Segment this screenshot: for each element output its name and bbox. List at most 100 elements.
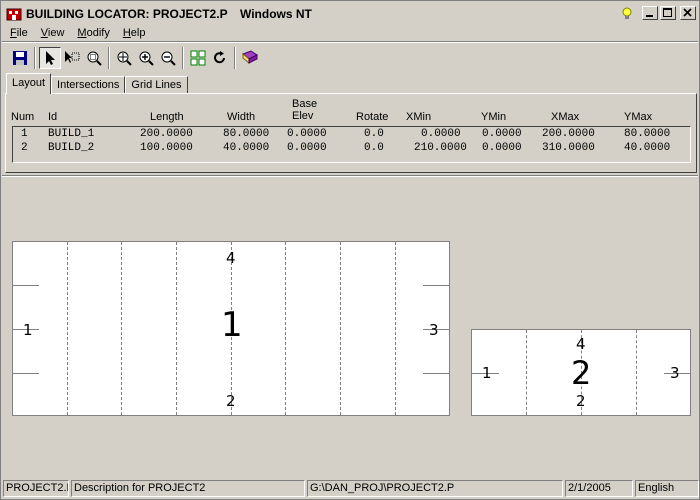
side-label-right: 3 bbox=[670, 364, 680, 382]
menu-accel: H bbox=[122, 27, 131, 39]
side-label-bottom: 2 bbox=[576, 392, 586, 410]
grid-line bbox=[636, 330, 637, 415]
side-label-right: 3 bbox=[429, 321, 439, 339]
zoom-in-button[interactable] bbox=[135, 47, 157, 69]
cell-base-elev: 0.0000 bbox=[287, 128, 327, 140]
grid-icon bbox=[190, 50, 206, 66]
menu-accel: V bbox=[40, 27, 48, 39]
wall-tick bbox=[423, 285, 450, 286]
toolbar bbox=[9, 45, 261, 71]
cell-ymin: 0.0000 bbox=[482, 142, 522, 154]
cell-id: BUILD_2 bbox=[48, 142, 95, 154]
status-language: English bbox=[635, 480, 699, 497]
cell-width: 40.0000 bbox=[223, 142, 270, 154]
status-date: 2/1/2005 bbox=[565, 480, 633, 497]
grid-line bbox=[121, 242, 122, 415]
maximize-button[interactable] bbox=[660, 6, 676, 20]
menu-view[interactable]: View bbox=[33, 26, 70, 42]
app-icon bbox=[6, 8, 22, 21]
grid-line bbox=[340, 242, 341, 415]
side-label-top: 4 bbox=[576, 335, 586, 353]
grid-line bbox=[395, 242, 396, 415]
pointer-icon bbox=[46, 51, 55, 65]
minimize-button[interactable] bbox=[642, 6, 658, 20]
tab-grid-lines[interactable]: Grid Lines bbox=[125, 76, 188, 94]
building-label: 2 bbox=[571, 354, 592, 392]
grid-line bbox=[285, 242, 286, 415]
grid-button[interactable] bbox=[187, 47, 209, 69]
grid-line bbox=[176, 242, 177, 415]
cell-length: 200.0000 bbox=[140, 128, 193, 140]
grid-line bbox=[526, 330, 527, 415]
col-base-elev-header-line1: Base bbox=[292, 98, 318, 110]
menu-accel: M bbox=[77, 27, 87, 39]
cell-id: BUILD_1 bbox=[48, 128, 95, 140]
side-label-top: 4 bbox=[226, 249, 236, 267]
layout-canvas[interactable]: 1 1 2 3 4 2 1 2 3 4 bbox=[1, 177, 700, 477]
table-row[interactable]: 1 BUILD_1 200.0000 80.0000 0.0000 0.0 0.… bbox=[13, 128, 690, 142]
col-base-elev-header-line2: Elev bbox=[292, 110, 314, 122]
select-tool-button[interactable] bbox=[39, 47, 61, 69]
title-bar[interactable]: BUILDING LOCATOR: PROJECT2.P Windows NT bbox=[2, 2, 698, 26]
cell-ymax: 80.0000 bbox=[624, 128, 671, 140]
zoom-window-button[interactable] bbox=[83, 47, 105, 69]
tab-layout[interactable]: Layout bbox=[6, 73, 52, 94]
save-button[interactable] bbox=[9, 47, 31, 69]
menu-file[interactable]: File bbox=[2, 26, 33, 42]
side-label-left: 1 bbox=[482, 364, 492, 382]
menu-label: ile bbox=[16, 27, 28, 39]
close-button[interactable] bbox=[680, 6, 696, 20]
cell-base-elev: 0.0000 bbox=[287, 142, 327, 154]
menu-accel: F bbox=[10, 27, 17, 39]
col-xmin-header: XMin bbox=[406, 111, 432, 123]
wall-tick bbox=[13, 285, 39, 286]
cell-ymin: 0.0000 bbox=[482, 128, 522, 140]
menu-bar: File View Modify Help bbox=[2, 26, 150, 42]
zoom-all-button[interactable] bbox=[113, 47, 135, 69]
menu-modify[interactable]: Modify bbox=[69, 26, 114, 42]
tab-strip: Layout Intersections Grid Lines bbox=[6, 73, 188, 94]
refresh-icon bbox=[214, 51, 225, 64]
menu-label: elp bbox=[130, 27, 146, 39]
table-row[interactable]: 2 BUILD_2 100.0000 40.0000 0.0000 0.0 21… bbox=[13, 142, 690, 156]
building-2[interactable]: 2 1 2 3 4 bbox=[471, 329, 691, 416]
col-ymin-header: YMin bbox=[481, 111, 507, 123]
tab-intersections[interactable]: Intersections bbox=[51, 76, 126, 94]
lightbulb-icon[interactable] bbox=[620, 6, 634, 20]
cell-rotate: 0.0 bbox=[364, 142, 384, 154]
grid-line bbox=[67, 242, 68, 415]
status-bar: PROJECT2.P Description for PROJECT2 G:\D… bbox=[3, 480, 700, 498]
col-rotate-header: Rotate bbox=[356, 111, 389, 123]
col-id-header: Id bbox=[48, 111, 58, 123]
toolbar-separator bbox=[182, 47, 184, 69]
toolbar-separator bbox=[108, 47, 110, 69]
menu-label: iew bbox=[47, 27, 65, 39]
minimize-icon bbox=[646, 15, 653, 17]
window-title: BUILDING LOCATOR: PROJECT2.P bbox=[26, 7, 228, 21]
refresh-button[interactable] bbox=[209, 47, 231, 69]
cell-num: 2 bbox=[21, 142, 28, 154]
col-xmax-header: XMax bbox=[551, 111, 580, 123]
edit-icon bbox=[65, 51, 80, 63]
col-length-header: Length bbox=[150, 111, 184, 123]
building-1[interactable]: 1 1 2 3 4 bbox=[12, 241, 450, 416]
zoom-out-button[interactable] bbox=[157, 47, 179, 69]
os-label: Windows NT bbox=[240, 7, 312, 21]
zoom-out-icon bbox=[161, 51, 176, 66]
menu-help[interactable]: Help bbox=[115, 26, 151, 42]
wall-tick bbox=[13, 373, 39, 374]
help-book-button[interactable] bbox=[239, 47, 261, 69]
cell-ymax: 40.0000 bbox=[624, 142, 671, 154]
book-icon bbox=[242, 50, 258, 65]
app-window: BUILDING LOCATOR: PROJECT2.P Windows NT … bbox=[0, 0, 700, 500]
zoom-all-icon bbox=[117, 51, 132, 66]
cell-width: 80.0000 bbox=[223, 128, 270, 140]
toolbar-separator bbox=[234, 47, 236, 69]
menu-separator bbox=[2, 41, 698, 43]
edit-tool-button[interactable] bbox=[61, 47, 83, 69]
buildings-table: 1 BUILD_1 200.0000 80.0000 0.0000 0.0 0.… bbox=[12, 126, 691, 163]
cell-xmax: 200.0000 bbox=[542, 128, 595, 140]
maximize-icon bbox=[663, 8, 672, 17]
col-ymax-header: YMax bbox=[624, 111, 653, 123]
col-width-header: Width bbox=[227, 111, 256, 123]
